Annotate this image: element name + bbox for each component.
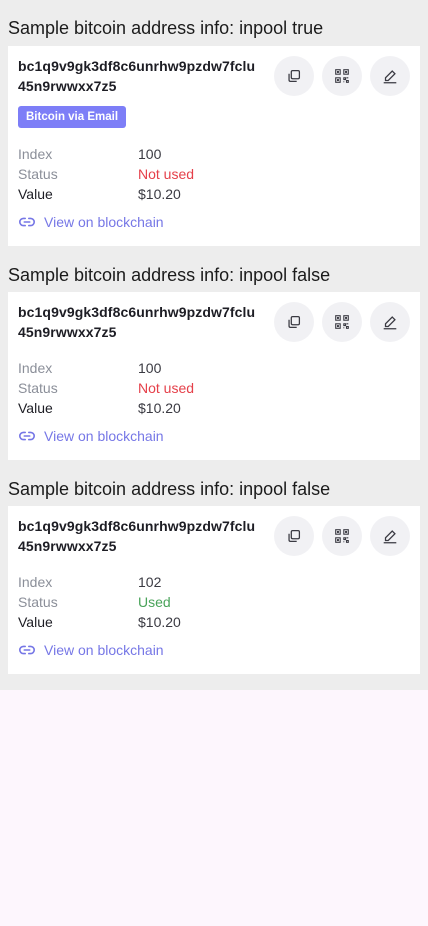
link-label: View on blockchain — [44, 642, 164, 658]
value-label: Value — [18, 614, 53, 630]
index-label: Index — [18, 360, 53, 376]
copy-button[interactable] — [274, 56, 314, 96]
link-label: View on blockchain — [44, 214, 164, 230]
index-row: Index 100 — [18, 358, 410, 378]
value-label: Value — [18, 186, 53, 202]
value-row: Value $10.20 — [18, 612, 410, 632]
index-value: 100 — [138, 146, 162, 162]
link-icon — [19, 645, 35, 655]
bitcoin-address: bc1q9v9gk3df8c6unrhw9pzdw7fclu45n9rwwxx7… — [18, 304, 256, 340]
address-section: Sample bitcoin address info: inpool fals… — [8, 246, 420, 460]
address-card: bc1q9v9gk3df8c6unrhw9pzdw7fclu45n9rwwxx7… — [8, 292, 420, 460]
section-title: Sample bitcoin address info: inpool fals… — [8, 265, 331, 285]
status-value: Not used — [138, 380, 195, 396]
status-value: Not used — [138, 166, 195, 182]
address-section: Sample bitcoin address info: inpool true… — [8, 0, 420, 246]
link-label: View on blockchain — [44, 428, 164, 444]
view-on-blockchain-link[interactable]: View on blockchain — [18, 212, 410, 232]
bitcoin-address: bc1q9v9gk3df8c6unrhw9pzdw7fclu45n9rwwxx7… — [18, 518, 256, 554]
address-info: Index 102 Status Used Value $10.20 — [18, 572, 410, 632]
edit-icon — [383, 316, 397, 330]
bitcoin-via-email-badge: Bitcoin via Email — [18, 106, 127, 128]
qr-code-button[interactable] — [322, 302, 362, 342]
address-list: Sample bitcoin address info: inpool true… — [0, 0, 428, 690]
qr-code-button[interactable] — [322, 56, 362, 96]
qr-code-icon — [335, 69, 349, 83]
link-icon — [19, 217, 35, 227]
qr-code-icon — [335, 529, 349, 543]
qr-code-icon — [335, 315, 349, 329]
status-label: Status — [18, 380, 58, 396]
index-row: Index 102 — [18, 572, 410, 592]
copy-button[interactable] — [274, 516, 314, 556]
link-icon — [19, 431, 35, 441]
value-row: Value $10.20 — [18, 184, 410, 204]
view-on-blockchain-link[interactable]: View on blockchain — [18, 426, 410, 446]
address-info: Index 100 Status Not used Value $10.20 — [18, 144, 410, 204]
index-label: Index — [18, 574, 53, 590]
copy-icon — [288, 69, 301, 83]
edit-icon — [383, 70, 397, 84]
address-actions — [274, 56, 410, 96]
bitcoin-address: bc1q9v9gk3df8c6unrhw9pzdw7fclu45n9rwwxx7… — [18, 58, 256, 94]
status-row: Status Used — [18, 592, 410, 612]
value-amount: $10.20 — [138, 186, 181, 202]
status-label: Status — [18, 166, 58, 182]
address-section: Sample bitcoin address info: inpool fals… — [8, 460, 420, 674]
copy-icon — [288, 529, 301, 543]
edit-icon — [383, 530, 397, 544]
copy-button[interactable] — [274, 302, 314, 342]
value-amount: $10.20 — [138, 400, 181, 416]
edit-button[interactable] — [370, 56, 410, 96]
address-card: bc1q9v9gk3df8c6unrhw9pzdw7fclu45n9rwwxx7… — [8, 46, 420, 246]
status-value: Used — [138, 594, 171, 610]
value-row: Value $10.20 — [18, 398, 410, 418]
qr-code-button[interactable] — [322, 516, 362, 556]
status-row: Status Not used — [18, 378, 410, 398]
value-amount: $10.20 — [138, 614, 181, 630]
status-row: Status Not used — [18, 164, 410, 184]
status-label: Status — [18, 594, 58, 610]
index-row: Index 100 — [18, 144, 410, 164]
address-info: Index 100 Status Not used Value $10.20 — [18, 358, 410, 418]
section-title: Sample bitcoin address info: inpool true — [8, 18, 324, 38]
index-value: 102 — [138, 574, 162, 590]
view-on-blockchain-link[interactable]: View on blockchain — [18, 640, 410, 660]
value-label: Value — [18, 400, 53, 416]
copy-icon — [288, 315, 301, 329]
edit-button[interactable] — [370, 516, 410, 556]
section-title: Sample bitcoin address info: inpool fals… — [8, 479, 331, 499]
edit-button[interactable] — [370, 302, 410, 342]
index-value: 100 — [138, 360, 162, 376]
address-actions — [274, 516, 410, 556]
address-actions — [274, 302, 410, 342]
index-label: Index — [18, 146, 53, 162]
address-card: bc1q9v9gk3df8c6unrhw9pzdw7fclu45n9rwwxx7… — [8, 506, 420, 674]
